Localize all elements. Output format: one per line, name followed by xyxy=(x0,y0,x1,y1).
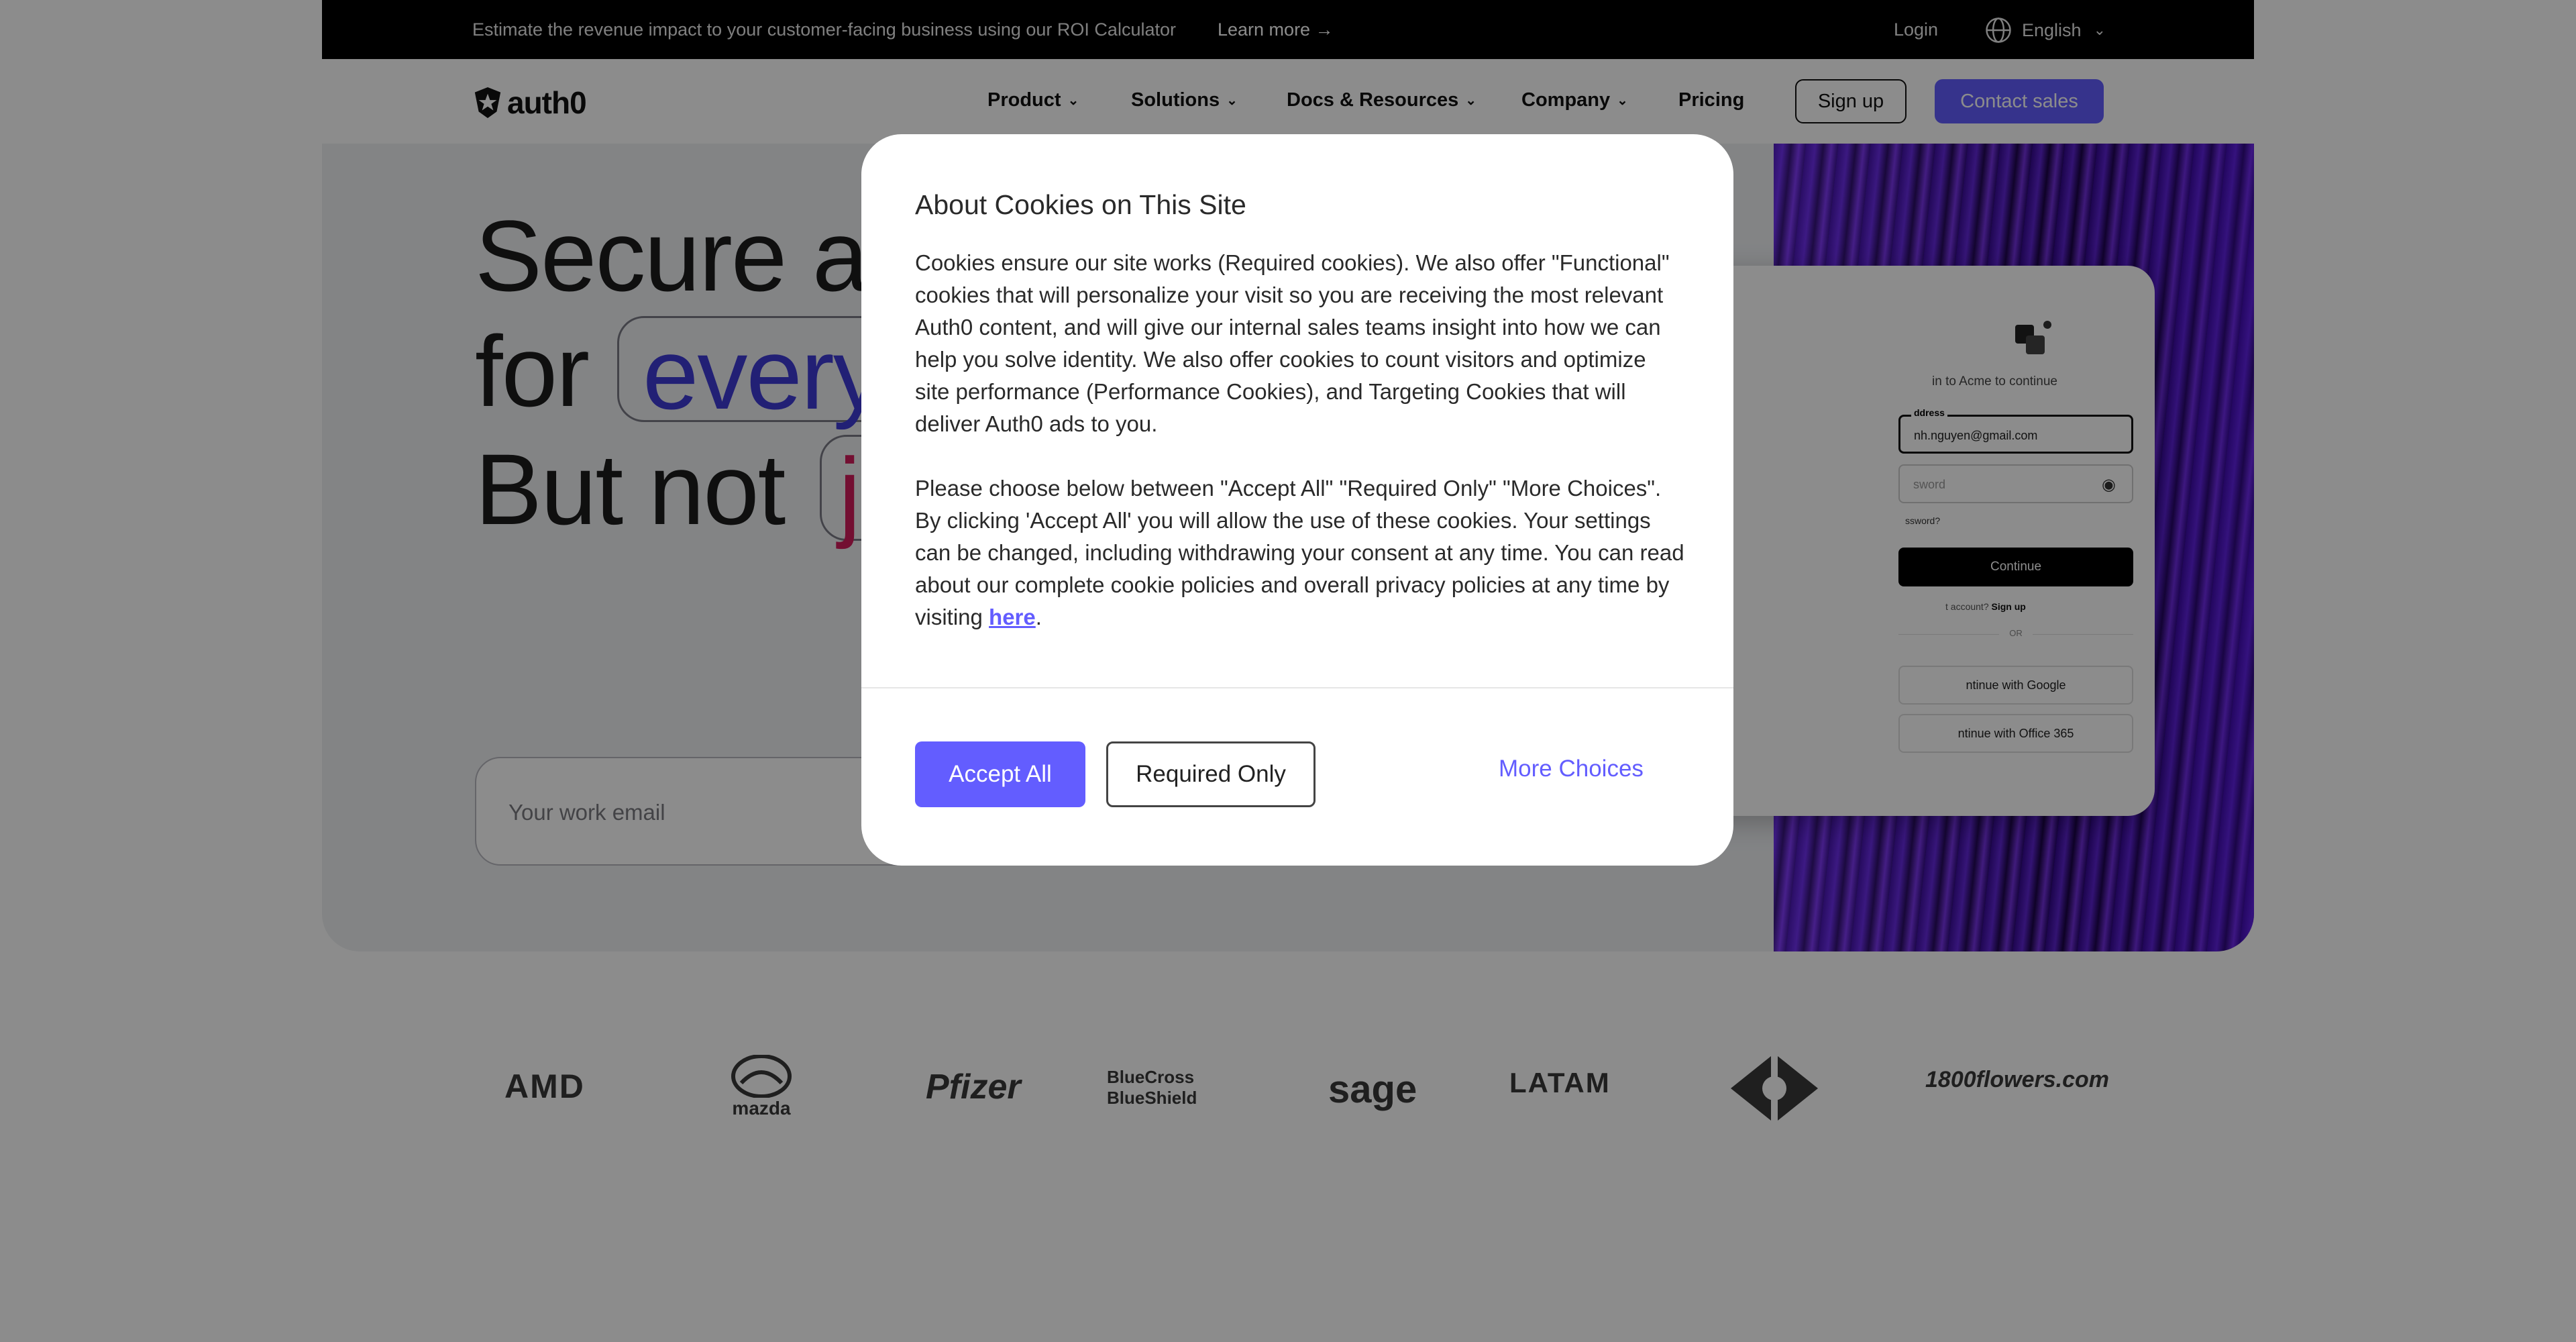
cookie-policy-link[interactable]: here xyxy=(989,605,1036,629)
cookie-paragraph-1: Cookies ensure our site works (Required … xyxy=(915,250,1670,436)
more-choices-button[interactable]: More Choices xyxy=(1499,756,1644,782)
cookie-consent-modal: About Cookies on This Site Cookies ensur… xyxy=(861,134,1733,866)
modal-divider xyxy=(861,687,1733,688)
required-only-button[interactable]: Required Only xyxy=(1106,741,1316,807)
cookie-modal-title: About Cookies on This Site xyxy=(915,189,1246,220)
cookie-modal-body: Cookies ensure our site works (Required … xyxy=(915,247,1686,666)
page: Estimate the revenue impact to your cust… xyxy=(0,0,2576,1342)
accept-all-button[interactable]: Accept All xyxy=(915,741,1085,807)
cookie-paragraph-2-period: . xyxy=(1035,605,1042,629)
cookie-paragraph-2: Please choose below between "Accept All"… xyxy=(915,472,1686,633)
